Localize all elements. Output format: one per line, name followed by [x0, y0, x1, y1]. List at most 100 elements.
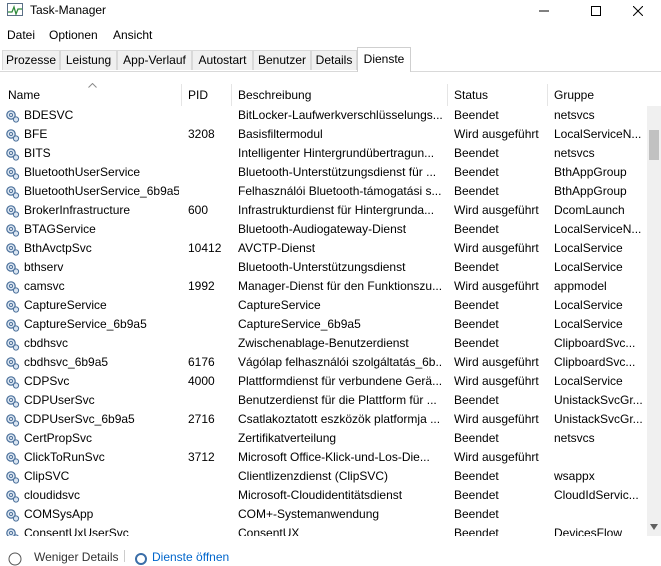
service-pid: [188, 486, 232, 505]
menu-datei[interactable]: Datei: [7, 28, 35, 42]
service-row[interactable]: BrokerInfrastructure 600 Infrastrukturdien…: [0, 201, 647, 220]
service-row[interactable]: cbdhsvc_6b9a5 6176 Vágólap felhasználói sz…: [0, 353, 647, 372]
service-description: Bluetooth-Unterstützungsdienst für ...: [238, 165, 437, 179]
service-row[interactable]: ClickToRunSvc 3712 Microsoft Office-Klick-…: [0, 448, 647, 467]
service-name: ClipSVC: [24, 469, 70, 483]
service-row[interactable]: cbdhsvc Zwischenablage-Benutzerdienst Been…: [0, 334, 647, 353]
column-divider[interactable]: [547, 84, 548, 106]
service-description: Bluetooth-Unterstützungsdienst: [238, 260, 406, 274]
service-row[interactable]: camsvc 1992 Manager-Dienst für den Funktio…: [0, 277, 647, 296]
service-pid: 600: [188, 203, 209, 217]
service-status: Beendet: [454, 336, 499, 350]
service-description: Infrastrukturdienst für Hintergrunda...: [238, 203, 435, 217]
service-pid: [188, 505, 232, 524]
service-description: Felhasználói Bluetooth-támogatási s...: [238, 184, 442, 198]
service-name: ClickToRunSvc: [24, 450, 105, 464]
menu-ansicht[interactable]: Ansicht: [113, 28, 152, 42]
service-name: BITS: [24, 146, 51, 160]
service-gear-icon: [5, 298, 20, 313]
service-row[interactable]: BthAvctpSvc 10412 AVCTP-Dienst Wird ausgefü…: [0, 239, 647, 258]
service-group: UnistackSvcGr...: [554, 412, 643, 426]
service-row[interactable]: CertPropSvc Zertifikatverteilung Beendet ne…: [0, 429, 647, 448]
tab-details[interactable]: Details: [311, 50, 357, 70]
service-status: Beendet: [454, 222, 499, 236]
column-divider[interactable]: [447, 84, 448, 106]
service-row[interactable]: BITS Intelligenter Hintergrundübertragun.…: [0, 144, 647, 163]
service-status: Wird ausgeführt: [454, 127, 539, 141]
service-status: Beendet: [454, 260, 499, 274]
service-gear-icon: [5, 260, 20, 275]
service-row[interactable]: CaptureService_6b9a5 CaptureService_6b9a5…: [0, 315, 647, 334]
column-header-name[interactable]: Name: [8, 82, 178, 106]
service-row[interactable]: BluetoothUserService_6b9a5 Felhasználói B…: [0, 182, 647, 201]
service-group: netsvcs: [554, 431, 595, 445]
service-row[interactable]: BluetoothUserService Bluetooth-Unterstütz…: [0, 163, 647, 182]
tab-leistung[interactable]: Leistung: [60, 50, 117, 70]
column-header-status[interactable]: Status: [454, 82, 544, 106]
service-group: LocalService: [554, 317, 623, 331]
service-pid: [188, 429, 232, 448]
minimize-button[interactable]: [521, 0, 567, 22]
scrollbar-thumb[interactable]: [649, 130, 659, 160]
column-divider[interactable]: [231, 84, 232, 106]
service-pid: [188, 144, 232, 163]
service-gear-icon: [5, 241, 20, 256]
service-row[interactable]: BTAGService Bluetooth-Audiogateway-Dienst…: [0, 220, 647, 239]
service-row[interactable]: CDPUserSvc_6b9a5 2716 Csatlakoztatott eszk…: [0, 410, 647, 429]
service-group: CloudIdServic...: [554, 488, 639, 502]
close-button[interactable]: [615, 0, 661, 22]
service-group: netsvcs: [554, 108, 595, 122]
service-row[interactable]: BDESVC BitLocker-Laufwerkverschlüsselungs…: [0, 106, 647, 125]
service-pid: [188, 106, 232, 125]
tab-autostart[interactable]: Autostart: [192, 50, 253, 70]
service-row[interactable]: BFE 3208 Basisfiltermodul Wird ausgeführt Lo…: [0, 125, 647, 144]
column-header-description[interactable]: Beschreibung: [238, 82, 438, 106]
service-name: camsvc: [24, 279, 65, 293]
service-description: Intelligenter Hintergrundübertragun...: [238, 146, 435, 160]
service-row[interactable]: cloudidsvc Microsoft-Cloudidentitätsdiens…: [0, 486, 647, 505]
less-details-link[interactable]: Weniger Details: [34, 550, 118, 564]
menu-bar: Datei Optionen Ansicht: [0, 25, 661, 45]
service-gear-icon: [5, 203, 20, 218]
tab-prozesse[interactable]: Prozesse: [2, 50, 60, 70]
service-row[interactable]: bthserv Bluetooth-Unterstützungsdienst Bee…: [0, 258, 647, 277]
service-description: AVCTP-Dienst: [238, 241, 316, 255]
service-gear-icon: [5, 393, 20, 408]
service-row[interactable]: COMSysApp COM+-Systemanwendung Beendet: [0, 505, 647, 524]
service-name: bthserv: [24, 260, 64, 274]
service-name: CDPSvc: [24, 374, 70, 388]
service-gear-icon: [5, 336, 20, 351]
service-gear-icon: [5, 469, 20, 484]
maximize-button[interactable]: [573, 0, 619, 22]
tab-dienste[interactable]: Dienste: [357, 47, 411, 72]
maximize-icon: [591, 6, 601, 16]
service-row[interactable]: CaptureService CaptureService Beendet Local…: [0, 296, 647, 315]
service-description: COM+-Systemanwendung: [238, 507, 380, 521]
column-header-group[interactable]: Gruppe: [554, 82, 644, 106]
services-gear-icon: [135, 553, 147, 565]
scroll-down-icon[interactable]: [650, 524, 658, 530]
service-pid: [188, 182, 232, 201]
column-divider[interactable]: [181, 84, 182, 106]
service-name: cloudidsvc: [24, 488, 81, 502]
service-group: LocalService: [554, 374, 623, 388]
service-row[interactable]: ClipSVC Clientlizenzdienst (ClipSVC) Beend…: [0, 467, 647, 486]
service-group: [554, 448, 644, 467]
service-description: Zwischenablage-Benutzerdienst: [238, 336, 409, 350]
column-header-pid[interactable]: PID: [188, 82, 228, 106]
service-row[interactable]: CDPUserSvc Benutzerdienst für die Plattfo…: [0, 391, 647, 410]
service-name: BluetoothUserService: [24, 165, 141, 179]
service-gear-icon: [5, 431, 20, 446]
vertical-scrollbar[interactable]: [647, 106, 661, 536]
service-gear-icon: [5, 146, 20, 161]
tab-benutzer[interactable]: Benutzer: [253, 50, 311, 70]
tab-app-verlauf[interactable]: App-Verlauf: [117, 50, 192, 70]
service-pid: 4000: [188, 374, 215, 388]
service-row[interactable]: ConsentUxUserSvc ConsentUX Beendet DevicesF…: [0, 524, 647, 536]
open-services-link[interactable]: Dienste öffnen: [152, 550, 229, 564]
collapse-up-icon[interactable]: [8, 552, 22, 566]
service-pid: [188, 220, 232, 239]
service-row[interactable]: CDPSvc 4000 Plattformdienst für verbundene…: [0, 372, 647, 391]
menu-optionen[interactable]: Optionen: [49, 28, 98, 42]
service-name: cbdhsvc: [24, 336, 69, 350]
